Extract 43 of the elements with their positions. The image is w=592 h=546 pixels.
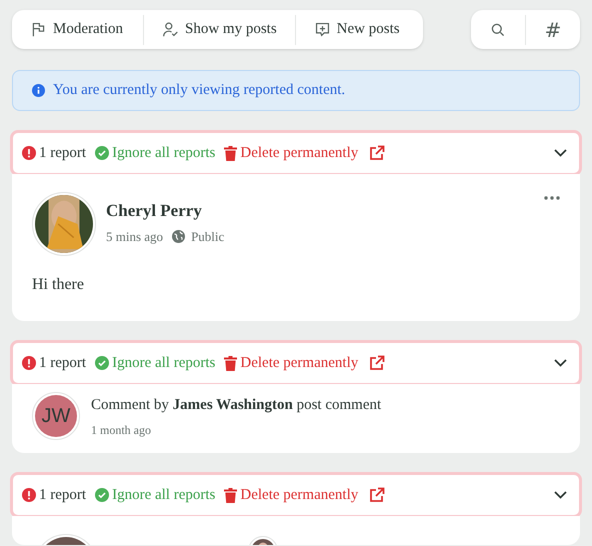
comment-time: 1 month ago xyxy=(91,422,152,438)
post-text: Hi there xyxy=(32,275,85,295)
post-time: 5 mins ago xyxy=(106,228,164,246)
user-check-icon xyxy=(162,21,179,38)
alert-icon xyxy=(22,146,36,160)
alert-icon xyxy=(22,356,36,370)
info-icon xyxy=(32,84,45,97)
message-plus-icon xyxy=(314,21,331,38)
globe-icon xyxy=(172,230,186,243)
trash-icon[interactable] xyxy=(224,488,238,502)
external-link-icon[interactable] xyxy=(369,355,386,371)
chevron-down-icon[interactable] xyxy=(554,491,567,499)
external-link-icon[interactable] xyxy=(369,487,386,503)
report-count: 1 report xyxy=(39,144,86,163)
ignore-reports-button[interactable]: Ignore all reports xyxy=(95,352,216,374)
search-icon[interactable] xyxy=(490,22,506,38)
flag-icon xyxy=(30,21,47,38)
alert-text: You are currently only viewing reported content. xyxy=(53,81,346,100)
ignore-reports-button[interactable]: Ignore all reports xyxy=(95,142,216,164)
delete-button[interactable]: Delete permanently xyxy=(224,142,358,164)
external-link-icon[interactable] xyxy=(369,145,386,161)
check-circle-icon[interactable] xyxy=(95,488,110,502)
nav-tab[interactable]: Show my posts xyxy=(144,10,295,49)
nav-tab[interactable]: Moderation xyxy=(12,10,143,49)
alert-icon xyxy=(22,488,36,502)
delete-button[interactable]: Delete permanently xyxy=(224,352,358,374)
chevron-down-icon[interactable] xyxy=(554,359,567,367)
nav-tab[interactable]: New posts xyxy=(296,10,418,49)
avatar: JW xyxy=(35,395,77,437)
delete-button[interactable]: Delete permanently xyxy=(224,484,358,506)
report-count: 1 report xyxy=(39,486,86,505)
trash-icon[interactable] xyxy=(224,356,238,370)
comment-summary: Comment by James Washington post comment xyxy=(91,396,382,415)
ignore-reports-button[interactable]: Ignore all reports xyxy=(95,484,216,506)
report-count: 1 report xyxy=(39,354,86,373)
author-name: Cheryl Perry xyxy=(106,200,203,222)
chevron-down-icon[interactable] xyxy=(554,149,567,157)
visibility-label: Public xyxy=(191,228,224,246)
check-circle-icon[interactable] xyxy=(95,356,110,370)
check-circle-icon[interactable] xyxy=(95,146,110,160)
more-options-icon[interactable] xyxy=(544,196,560,200)
hashtag-button[interactable]: # xyxy=(526,10,580,49)
trash-icon[interactable] xyxy=(224,146,238,160)
